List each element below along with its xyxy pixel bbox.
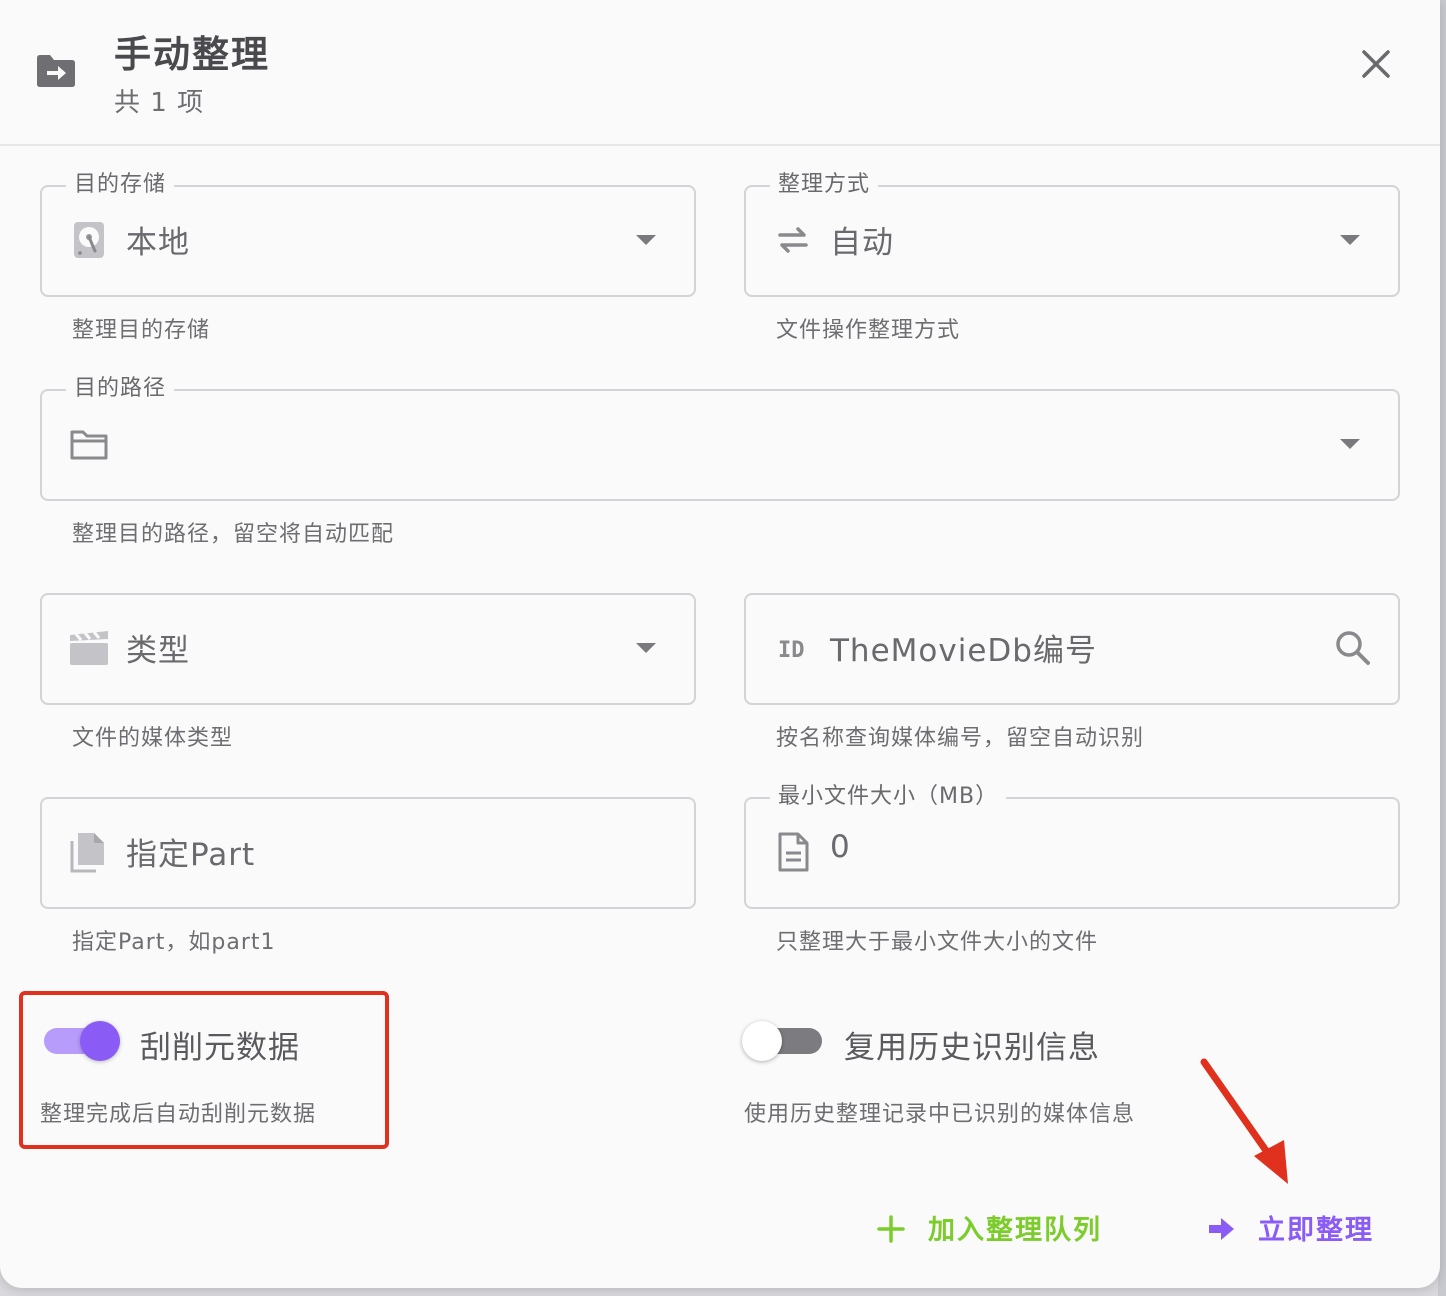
manual-transfer-dialog: 手动整理 共 1 项 目的存储 本地 整理目的存储 整理方式 自动 文件操作整理… <box>0 0 1440 1288</box>
dialog-subtitle: 共 1 项 <box>114 88 205 118</box>
chevron-down-icon[interactable] <box>636 643 656 653</box>
hard-disk-icon <box>74 222 104 258</box>
swap-arrows-icon <box>778 227 808 253</box>
min-filesize-legend: 最小文件大小（MB） <box>770 784 1007 810</box>
plus-icon <box>877 1215 905 1243</box>
min-filesize-hint: 只整理大于最小文件大小的文件 <box>776 930 1099 955</box>
storage-select[interactable]: 目的存储 本地 <box>40 172 696 297</box>
storage-hint: 整理目的存储 <box>72 318 211 343</box>
storage-legend: 目的存储 <box>66 172 175 198</box>
search-icon[interactable] <box>1332 627 1374 669</box>
storage-value: 本地 <box>126 225 190 261</box>
target-path-legend: 目的路径 <box>66 376 175 402</box>
arrow-right-icon <box>1209 1218 1234 1240</box>
svg-text:ID: ID <box>778 638 805 663</box>
annotation-arrow-icon <box>1200 1058 1288 1184</box>
scrape-switch[interactable] <box>42 1020 122 1062</box>
dialog-title: 手动整理 <box>114 33 270 76</box>
min-filesize-value[interactable]: 0 <box>830 829 851 865</box>
document-icon <box>778 832 809 872</box>
files-icon <box>70 833 104 873</box>
tmdb-id-input[interactable]: ID TheMovieDb编号 <box>744 593 1400 705</box>
chevron-down-icon[interactable] <box>1340 439 1360 449</box>
transfer-type-legend: 整理方式 <box>770 172 879 198</box>
target-path-hint: 整理目的路径，留空将自动匹配 <box>72 522 395 547</box>
transfer-type-select[interactable]: 整理方式 自动 <box>744 172 1400 297</box>
add-to-queue-label: 加入整理队列 <box>928 1215 1102 1246</box>
min-filesize-input[interactable]: 最小文件大小（MB） 0 <box>744 784 1400 909</box>
folder-move-icon <box>37 55 75 87</box>
media-type-placeholder: 类型 <box>126 633 190 669</box>
media-type-select[interactable]: 类型 <box>40 593 696 705</box>
close-icon[interactable] <box>1352 40 1400 88</box>
scrape-switch-thumb[interactable] <box>80 1021 120 1061</box>
transfer-type-value: 自动 <box>830 225 894 261</box>
chevron-down-icon[interactable] <box>1340 235 1360 245</box>
transfer-now-label: 立即整理 <box>1258 1215 1374 1246</box>
episode-part-placeholder: 指定Part <box>126 837 256 873</box>
from-history-hint: 使用历史整理记录中已识别的媒体信息 <box>744 1102 1136 1127</box>
chevron-down-icon[interactable] <box>636 235 656 245</box>
from-history-switch[interactable] <box>742 1020 822 1062</box>
tmdb-id-hint: 按名称查询媒体编号，留空自动识别 <box>776 726 1145 751</box>
from-history-label: 复用历史识别信息 <box>844 1030 1100 1066</box>
tmdb-id-placeholder: TheMovieDb编号 <box>830 633 1097 669</box>
target-path-combobox[interactable]: 目的路径 <box>40 376 1400 501</box>
clapperboard-icon <box>70 631 108 665</box>
episode-part-input[interactable]: 指定Part <box>40 797 696 909</box>
id-icon: ID <box>778 638 805 663</box>
transfer-type-hint: 文件操作整理方式 <box>776 318 961 343</box>
scrape-label: 刮削元数据 <box>140 1030 300 1066</box>
from-history-switch-thumb[interactable] <box>742 1021 782 1061</box>
folder-icon <box>70 430 108 460</box>
scrape-hint: 整理完成后自动刮削元数据 <box>40 1102 317 1127</box>
dialog-header: 手动整理 共 1 项 <box>0 0 1440 146</box>
media-type-hint: 文件的媒体类型 <box>72 726 234 751</box>
episode-part-hint: 指定Part，如part1 <box>72 930 276 955</box>
